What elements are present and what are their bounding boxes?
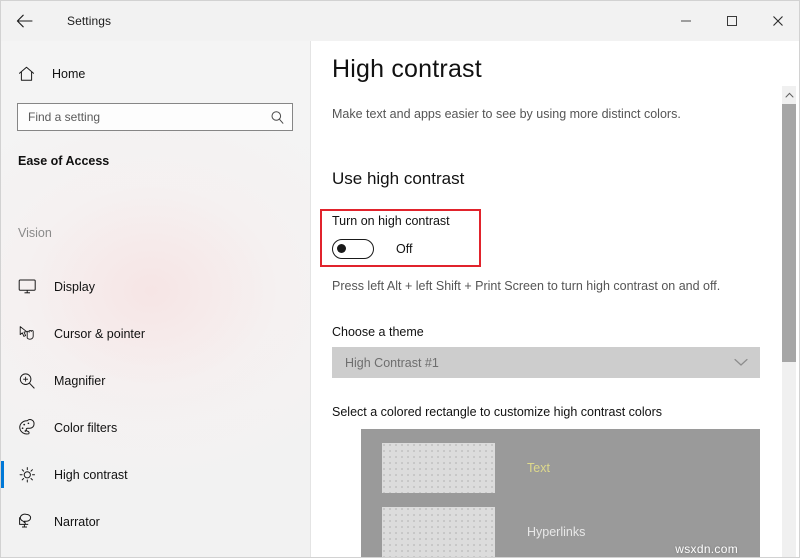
minimize-icon bbox=[680, 15, 692, 27]
title-bar: Settings bbox=[1, 1, 799, 41]
search-icon[interactable] bbox=[262, 110, 292, 125]
sidebar-item-label: Magnifier bbox=[54, 373, 106, 388]
brightness-icon bbox=[18, 466, 51, 484]
selection-accent-bar bbox=[1, 461, 4, 488]
sidebar-group-label: Vision bbox=[18, 226, 52, 240]
sidebar: Home Ease of Access Vision bbox=[1, 41, 311, 557]
sidebar-item-label: Cursor & pointer bbox=[54, 326, 146, 341]
sidebar-item-color-filters[interactable]: Color filters bbox=[1, 404, 310, 451]
selection-accent-bar bbox=[1, 273, 4, 300]
back-button[interactable] bbox=[1, 1, 47, 41]
toggle-state-label: Off bbox=[396, 242, 413, 256]
rectangles-label: Select a colored rectangle to customize … bbox=[332, 405, 663, 419]
sidebar-item-narrator[interactable]: Narrator bbox=[1, 498, 310, 545]
sidebar-nav-list: Display Cursor & pointer Magnifier Color… bbox=[1, 263, 310, 545]
app-title: Settings bbox=[67, 14, 112, 28]
page-description: Make text and apps easier to see by usin… bbox=[332, 107, 681, 121]
high-contrast-preview-panel: Text Hyperlinks wsxdn.com bbox=[361, 429, 760, 557]
page-title: High contrast bbox=[332, 55, 482, 83]
window-controls bbox=[663, 1, 799, 41]
maximize-button[interactable] bbox=[709, 1, 755, 41]
scrollbar-up-button[interactable] bbox=[782, 86, 796, 102]
scrollbar-thumb[interactable] bbox=[782, 104, 796, 362]
sidebar-item-display[interactable]: Display bbox=[1, 263, 310, 310]
close-button[interactable] bbox=[755, 1, 799, 41]
sidebar-home-label: Home bbox=[52, 67, 86, 81]
minimize-button[interactable] bbox=[663, 1, 709, 41]
home-icon bbox=[18, 66, 48, 82]
toggle-knob bbox=[337, 244, 346, 253]
section-heading: Use high contrast bbox=[332, 169, 465, 188]
color-swatch[interactable] bbox=[382, 443, 495, 493]
preview-row[interactable]: Hyperlinks bbox=[382, 507, 722, 557]
cursor-icon bbox=[18, 325, 51, 343]
sidebar-item-label: High contrast bbox=[54, 467, 128, 482]
settings-window: Settings Home Find a setting Ease of Acc… bbox=[0, 0, 800, 558]
monitor-icon bbox=[18, 278, 51, 295]
search-box[interactable] bbox=[17, 103, 293, 131]
chevron-up-icon bbox=[785, 85, 794, 103]
sidebar-item-magnifier[interactable]: Magnifier bbox=[1, 357, 310, 404]
magnifier-icon bbox=[18, 372, 51, 390]
sidebar-item-label: Narrator bbox=[54, 514, 100, 529]
sidebar-section-title: Ease of Access bbox=[18, 154, 110, 168]
search-input[interactable] bbox=[18, 110, 262, 124]
high-contrast-toggle[interactable] bbox=[332, 239, 374, 259]
theme-label: Choose a theme bbox=[332, 325, 424, 339]
close-icon bbox=[772, 15, 784, 27]
sidebar-item-cursor-pointer[interactable]: Cursor & pointer bbox=[1, 310, 310, 357]
theme-dropdown[interactable]: High Contrast #1 bbox=[332, 347, 760, 378]
selection-accent-bar bbox=[1, 414, 4, 441]
color-swatch[interactable] bbox=[382, 507, 495, 557]
theme-selected-value: High Contrast #1 bbox=[345, 355, 439, 370]
selection-accent-bar bbox=[1, 320, 4, 347]
back-arrow-icon bbox=[16, 14, 33, 28]
preview-row[interactable]: Text bbox=[382, 443, 722, 493]
toggle-label: Turn on high contrast bbox=[332, 214, 450, 228]
high-contrast-toggle-row: Off bbox=[332, 239, 412, 259]
selection-accent-bar bbox=[1, 367, 4, 394]
chevron-down-icon bbox=[734, 354, 748, 372]
sidebar-item-label: Display bbox=[54, 279, 95, 294]
content-scrollbar[interactable] bbox=[782, 86, 796, 557]
maximize-icon bbox=[726, 15, 738, 27]
sidebar-item-label: Color filters bbox=[54, 420, 118, 435]
selection-accent-bar bbox=[1, 508, 4, 535]
palette-icon bbox=[18, 418, 51, 437]
narrator-icon bbox=[18, 513, 51, 531]
content-pane: High contrast Make text and apps easier … bbox=[312, 41, 799, 557]
preview-sample-label: Text bbox=[527, 461, 550, 475]
sidebar-item-high-contrast[interactable]: High contrast bbox=[1, 451, 310, 498]
shortcut-hint: Press left Alt + left Shift + Print Scre… bbox=[332, 279, 721, 293]
watermark: wsxdn.com bbox=[675, 542, 738, 556]
preview-sample-label: Hyperlinks bbox=[527, 525, 586, 539]
sidebar-item-home[interactable]: Home bbox=[1, 57, 310, 91]
